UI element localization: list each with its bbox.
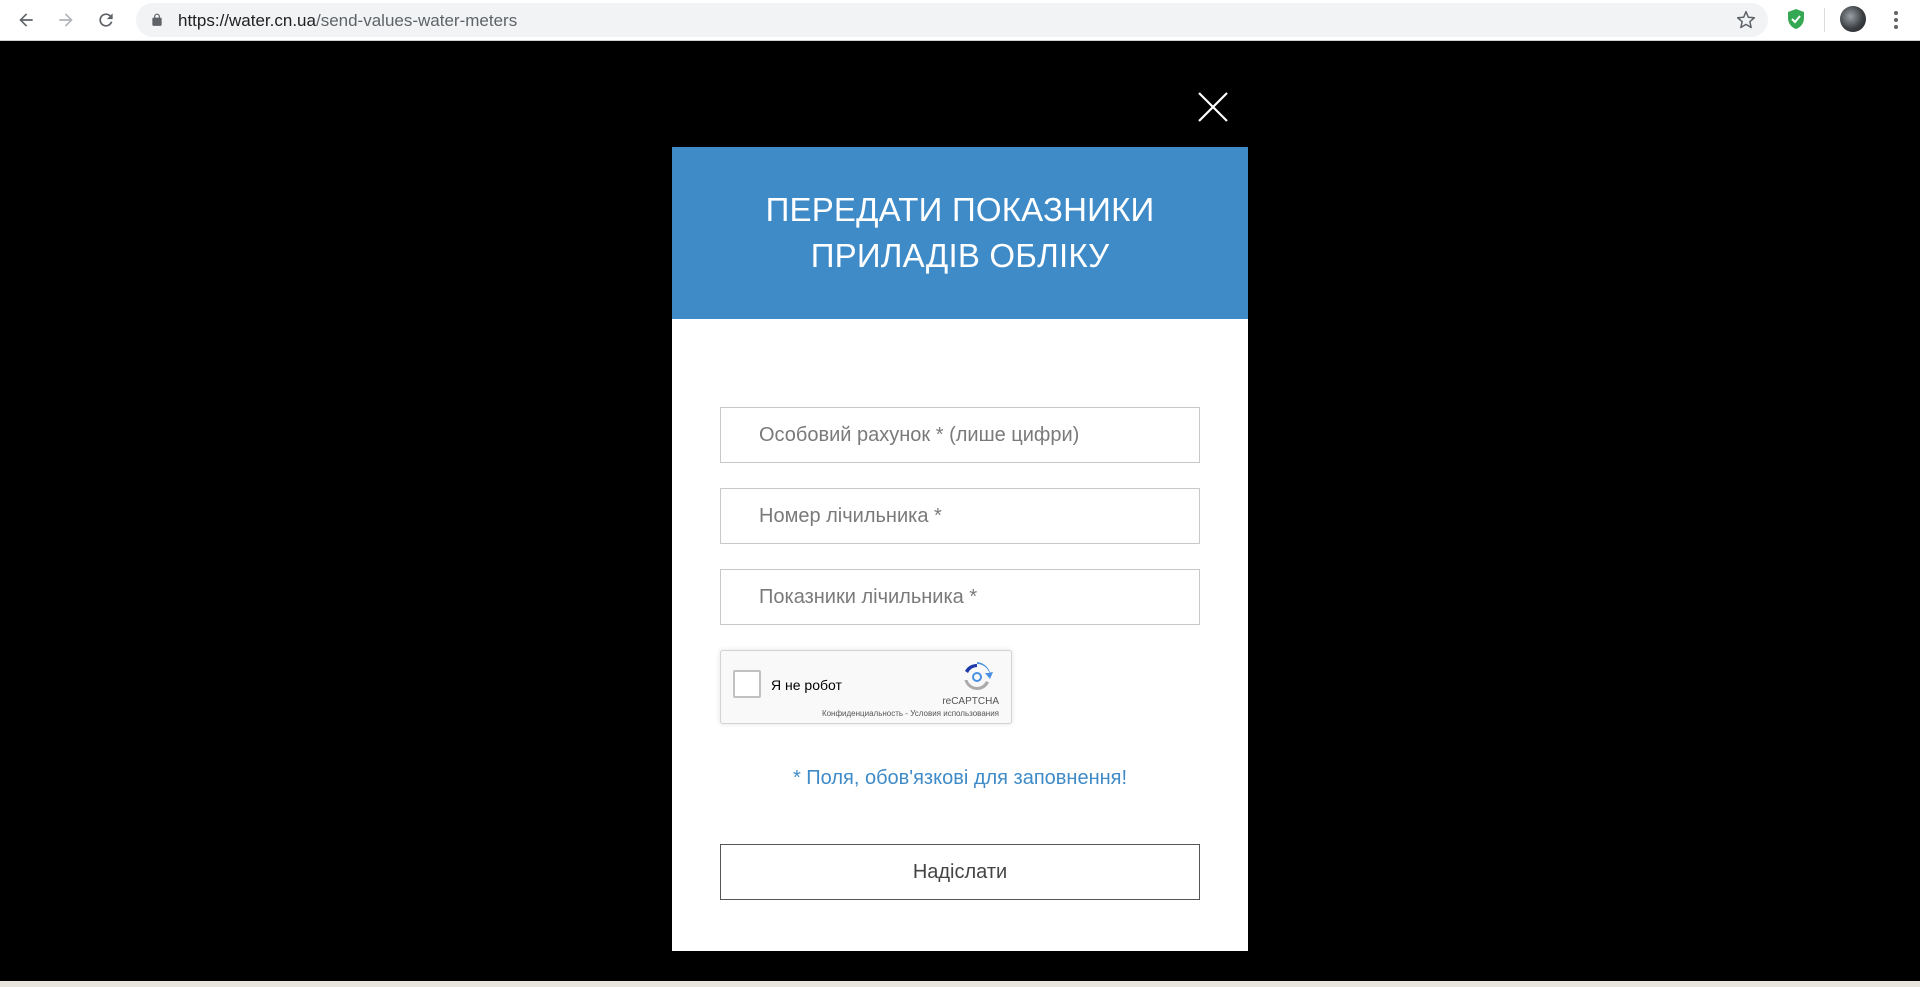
- kebab-menu-icon[interactable]: [1884, 8, 1908, 32]
- browser-toolbar: https://water.cn.ua/send-values-water-me…: [0, 0, 1920, 41]
- recaptcha-brand: reCAPTCHA: [942, 696, 999, 707]
- avatar[interactable]: [1840, 6, 1866, 32]
- arrow-right-icon: [59, 13, 73, 27]
- modal-header: ПЕРЕДАТИ ПОКАЗНИКИ ПРИЛАДІВ ОБЛІКУ: [672, 147, 1248, 319]
- meter-readings-modal: ПЕРЕДАТИ ПОКАЗНИКИ ПРИЛАДІВ ОБЛІКУ Я не …: [672, 147, 1248, 951]
- lock-icon: [152, 13, 162, 26]
- meter-number-input[interactable]: [721, 489, 1199, 543]
- url-text: https://water.cn.ua/send-values-water-me…: [178, 11, 517, 31]
- submit-button[interactable]: Надіслати: [720, 844, 1200, 900]
- reload-icon: [99, 13, 113, 27]
- toolbar-separator: [1824, 8, 1825, 32]
- star-icon[interactable]: [1736, 10, 1756, 30]
- url-path: /send-values-water-meters: [315, 11, 518, 30]
- forward-button[interactable]: [52, 6, 80, 34]
- url-host: https://water.cn.ua: [178, 11, 316, 30]
- arrow-left-icon: [19, 13, 33, 27]
- meter-reading-input[interactable]: [721, 570, 1199, 624]
- taskbar-strip: [0, 981, 1920, 987]
- meter-number-field[interactable]: [720, 488, 1200, 544]
- back-button[interactable]: [12, 6, 40, 34]
- close-icon[interactable]: [1196, 90, 1230, 124]
- reload-button[interactable]: [92, 6, 120, 34]
- recaptcha-checkbox[interactable]: [733, 670, 761, 698]
- account-field[interactable]: [720, 407, 1200, 463]
- account-input[interactable]: [721, 408, 1199, 462]
- recaptcha-logo-icon: [964, 662, 993, 691]
- address-bar[interactable]: https://water.cn.ua/send-values-water-me…: [136, 3, 1768, 37]
- recaptcha-widget: Я не робот reCAPTCHA Конфиденциальность …: [720, 650, 1012, 724]
- recaptcha-links[interactable]: Конфиденциальность - Условия использован…: [822, 709, 999, 718]
- required-fields-note: * Поля, обов'язкові для заповнення!: [792, 767, 1128, 789]
- modal-title: ПЕРЕДАТИ ПОКАЗНИКИ ПРИЛАДІВ ОБЛІКУ: [765, 191, 1155, 274]
- meter-reading-field[interactable]: [720, 569, 1200, 625]
- shield-check-icon[interactable]: [1784, 7, 1808, 31]
- recaptcha-label: Я не робот: [771, 677, 842, 693]
